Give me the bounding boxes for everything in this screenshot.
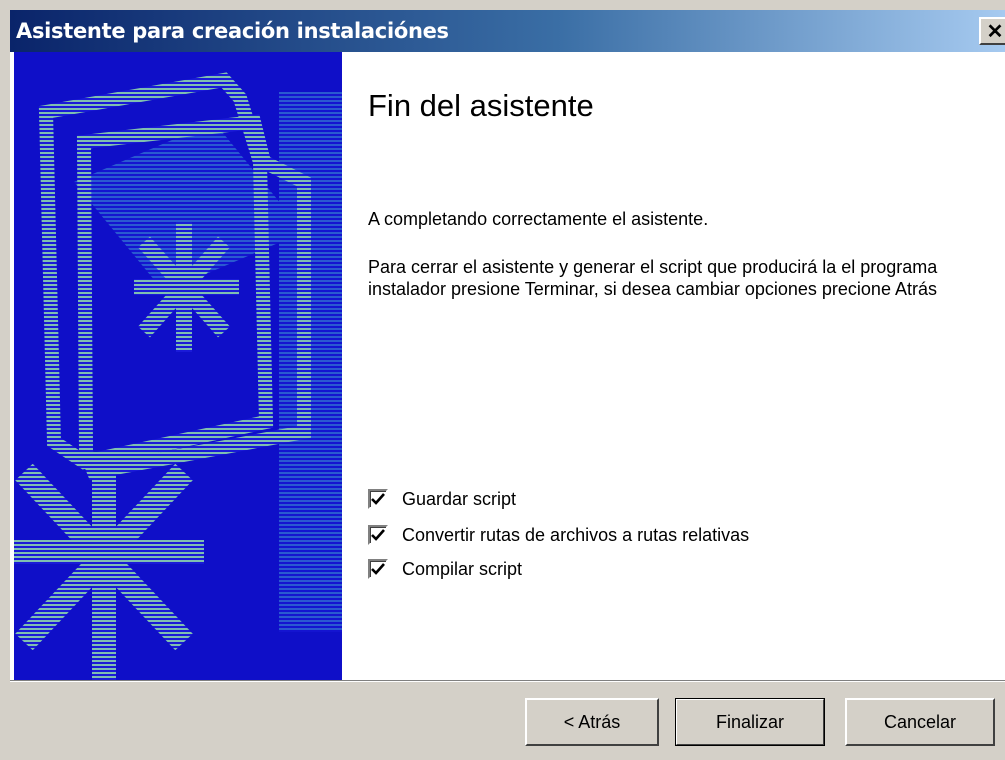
check-mark-icon	[371, 563, 385, 575]
relative-paths-label: Convertir rutas de archivos a rutas rela…	[402, 524, 750, 545]
finish-button[interactable]: Finalizar	[675, 698, 825, 746]
instructions-text: Para cerrar el asistente y generar el sc…	[368, 257, 938, 299]
option-compile-script[interactable]: Compilar script	[368, 557, 522, 581]
close-button[interactable]: ✕	[979, 17, 1005, 45]
close-icon: ✕	[986, 20, 1004, 43]
relative-paths-checkbox[interactable]	[368, 525, 388, 545]
page-title: Fin del asistente	[368, 88, 594, 123]
check-mark-icon	[371, 529, 385, 541]
folder-with-asterisk-graphic	[14, 52, 342, 680]
compile-script-checkbox[interactable]	[368, 559, 388, 579]
cancel-button[interactable]: Cancelar	[845, 698, 995, 746]
wizard-main-panel: Fin del asistente A completando correcta…	[366, 52, 996, 680]
check-mark-icon	[371, 493, 385, 505]
button-separator	[10, 680, 1005, 682]
option-relative-paths[interactable]: Convertir rutas de archivos a rutas rela…	[368, 523, 749, 547]
save-script-checkbox[interactable]	[368, 489, 388, 509]
back-button[interactable]: < Atrás	[525, 698, 659, 746]
wizard-sidebar-graphic	[14, 52, 342, 680]
save-script-label: Guardar script	[402, 488, 517, 509]
option-save-script[interactable]: Guardar script	[368, 487, 516, 511]
wizard-content: Fin del asistente A completando correcta…	[10, 52, 1005, 680]
completion-message: A completando correctamente el asistente…	[368, 209, 709, 229]
window-title: Asistente para creación instalaciónes	[16, 19, 449, 43]
compile-script-label: Compilar script	[402, 558, 523, 579]
title-bar[interactable]: Asistente para creación instalaciónes ✕	[10, 10, 1005, 52]
